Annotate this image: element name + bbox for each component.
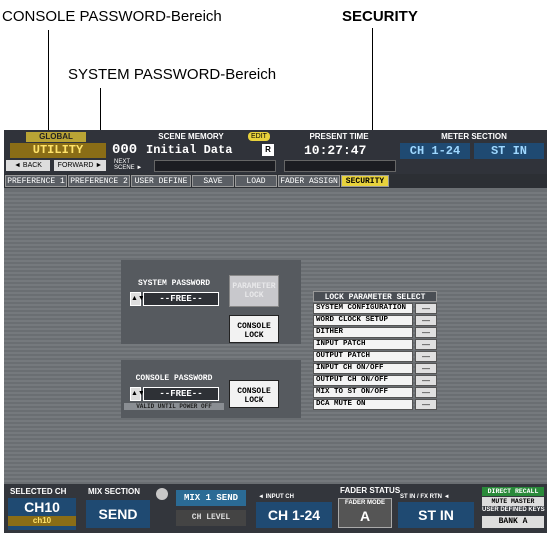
tab-preference-2[interactable]: PREFERENCE 2 <box>68 175 130 187</box>
global-label: GLOBAL <box>26 132 86 142</box>
selected-ch-display[interactable]: CH10 ch10 <box>8 498 76 530</box>
stin-fxrtn-label: ST IN / FX RTN ◄ <box>400 494 450 500</box>
ch-level-display[interactable]: CH LEVEL <box>176 510 246 526</box>
fader-mode-value: A <box>359 508 371 524</box>
lock-label: OUTPUT PATCH <box>313 351 413 362</box>
fader-mode-display[interactable]: FADER MODE A <box>338 498 392 528</box>
bank-display[interactable]: BANK A <box>482 516 544 528</box>
lock-label: INPUT PATCH <box>313 339 413 350</box>
tab-fader-assign[interactable]: FADER ASSIGN <box>278 175 340 187</box>
lock-row-output-patch: OUTPUT PATCH — <box>313 351 437 362</box>
scene-name: Initial Data <box>146 143 233 157</box>
parameter-lock-button[interactable]: PARAMETER LOCK <box>229 275 279 307</box>
mix-send-display[interactable]: MIX 1 SEND <box>176 490 246 506</box>
top-bar: GLOBAL UTILITY ◄ BACK FORWARD ► SCENE ME… <box>4 130 547 174</box>
user-defined-keys-label: USER DEFINED KEYS <box>482 507 545 513</box>
bottom-bar: SELECTED CH CH10 ch10 MIX SECTION SEND M… <box>4 484 547 533</box>
fader-mode-label: FADER MODE <box>344 500 385 506</box>
direct-recall-indicator: DIRECT RECALL <box>482 487 544 496</box>
lock-label: DITHER <box>313 327 413 338</box>
input-ch-label: ◄ INPUT CH <box>258 494 294 500</box>
lock-toggle-button[interactable]: — <box>415 399 437 410</box>
lock-toggle-button[interactable]: — <box>415 351 437 362</box>
selected-ch-value: CH10 <box>24 499 60 515</box>
lock-toggle-button[interactable]: — <box>415 327 437 338</box>
lock-toggle-button[interactable]: — <box>415 363 437 374</box>
present-time-bar <box>284 160 396 172</box>
lock-row-dither: DITHER — <box>313 327 437 338</box>
lock-row-input-ch-on-off: INPUT CH ON/OFF — <box>313 363 437 374</box>
console-password-spin[interactable]: ▲▼ <box>130 387 145 401</box>
system-console-lock-button[interactable]: CONSOLE LOCK <box>229 315 279 343</box>
console-password-field[interactable]: --FREE-- <box>143 387 219 401</box>
present-time-label: PRESENT TIME <box>309 132 369 141</box>
console-lock-button[interactable]: CONSOLE LOCK <box>229 380 279 408</box>
forward-button[interactable]: FORWARD ► <box>54 160 106 171</box>
mix-section-display[interactable]: SEND <box>86 500 150 528</box>
valid-until-power-off-note: VALID UNTIL POWER OFF <box>124 403 224 410</box>
lock-toggle-button[interactable]: — <box>415 315 437 326</box>
tab-security[interactable]: SECURITY <box>341 175 389 187</box>
lock-parameter-select-title: LOCK PARAMETER SELECT <box>313 291 437 302</box>
present-time: 10:27:47 <box>304 143 367 158</box>
tab-save[interactable]: SAVE <box>192 175 234 187</box>
mix-section-label: MIX SECTION <box>88 487 141 496</box>
fader-status-label: FADER STATUS <box>340 486 401 495</box>
meter-section-label: METER SECTION <box>441 132 507 141</box>
edit-badge: EDIT <box>248 132 270 141</box>
lock-toggle-button[interactable]: — <box>415 375 437 386</box>
console-password-area-callout: CONSOLE PASSWORD-Bereich <box>2 8 222 25</box>
lock-toggle-button[interactable]: — <box>415 303 437 314</box>
lock-toggle-button[interactable]: — <box>415 387 437 398</box>
stin-display[interactable]: ST IN <box>398 502 474 528</box>
utility-display: UTILITY <box>10 143 106 158</box>
input-ch-display[interactable]: CH 1-24 <box>256 502 332 528</box>
meter-stin-display[interactable]: ST IN <box>474 143 544 159</box>
mute-master-button[interactable]: MUTE MASTER <box>482 497 544 506</box>
lock-label: MIX TO ST ON/OFF <box>313 387 413 398</box>
system-password-title: SYSTEM PASSWORD <box>137 279 210 288</box>
selected-ch-sub: ch10 <box>8 516 76 526</box>
tab-load[interactable]: LOAD <box>235 175 277 187</box>
security-callout: SECURITY <box>342 8 418 25</box>
selected-ch-label: SELECTED CH <box>10 487 67 496</box>
security-main-area: SYSTEM PASSWORD ▲▼ --FREE-- PARAMETER LO… <box>4 190 547 484</box>
scene-memory-label: SCENE MEMORY <box>158 132 224 141</box>
lock-label: OUTPUT CH ON/OFF <box>313 375 413 386</box>
lock-label: DCA MUTE ON <box>313 399 413 410</box>
lock-label: INPUT CH ON/OFF <box>313 363 413 374</box>
console-screen: GLOBAL UTILITY ◄ BACK FORWARD ► SCENE ME… <box>4 130 547 533</box>
next-scene-label: NEXT SCENE ► <box>114 159 143 171</box>
meter-ch-display[interactable]: CH 1-24 <box>400 143 470 159</box>
lock-row-input-patch: INPUT PATCH — <box>313 339 437 350</box>
lock-label: SYSTEM CONFIGURATION <box>313 303 413 314</box>
lock-row-mix-to-st-on-off: MIX TO ST ON/OFF — <box>313 387 437 398</box>
system-password-spin[interactable]: ▲▼ <box>130 292 145 306</box>
lock-row-system-configuration: SYSTEM CONFIGURATION — <box>313 303 437 314</box>
lock-row-word-clock-setup: WORD CLOCK SETUP — <box>313 315 437 326</box>
knob-icon <box>156 488 168 500</box>
lock-row-dca-mute-on: DCA MUTE ON — <box>313 399 437 410</box>
system-password-field[interactable]: --FREE-- <box>143 292 219 306</box>
next-scene-slot[interactable] <box>154 160 276 172</box>
tab-preference-1[interactable]: PREFERENCE 1 <box>5 175 67 187</box>
scene-flag: R <box>262 144 274 156</box>
lock-row-output-ch-on-off: OUTPUT CH ON/OFF — <box>313 375 437 386</box>
lock-toggle-button[interactable]: — <box>415 339 437 350</box>
tab-user-define[interactable]: USER DEFINE <box>131 175 191 187</box>
system-password-area-callout: SYSTEM PASSWORD-Bereich <box>68 66 277 83</box>
scene-number: 000 <box>112 142 138 158</box>
back-button[interactable]: ◄ BACK <box>6 160 50 171</box>
console-password-title: CONSOLE PASSWORD <box>135 374 213 383</box>
tab-row: PREFERENCE 1 PREFERENCE 2 USER DEFINE SA… <box>4 174 547 188</box>
lock-label: WORD CLOCK SETUP <box>313 315 413 326</box>
